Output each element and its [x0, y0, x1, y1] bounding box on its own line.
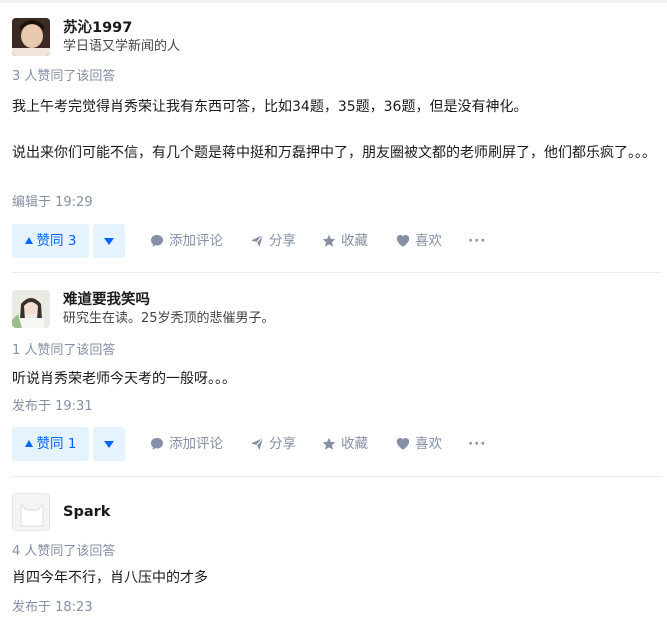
comment-button[interactable]: 添加评论 [150, 427, 223, 461]
favorite-label: 收藏 [341, 436, 368, 452]
vote-up-icon [24, 440, 33, 447]
comment-label: 添加评论 [169, 233, 223, 249]
answer-item: Spark 4 人赞同了该回答 肖四今年不行，肖八压中的才多 发布于 18:23 [0, 493, 667, 615]
avatar[interactable] [12, 290, 50, 328]
favorite-button[interactable]: 收藏 [322, 427, 368, 461]
answer-content: 听说肖秀荣老师今天考的一般呀。。。 [12, 366, 657, 392]
heart-icon [396, 235, 410, 247]
like-label: 喜欢 [415, 436, 442, 452]
answer-paragraph: 肖四今年不行，肖八压中的才多 [12, 570, 208, 586]
like-button[interactable]: 喜欢 [396, 224, 442, 258]
like-label: 喜欢 [415, 233, 442, 249]
comment-icon [151, 235, 163, 247]
author-info: 苏沁1997 学日语又学新闻的人 [0, 18, 667, 66]
comment-icon [151, 438, 163, 450]
answer-divider [12, 476, 662, 477]
vote-count: 3 人赞同了该回答 [12, 69, 116, 84]
like-button[interactable]: 喜欢 [396, 427, 442, 461]
heart-icon [396, 438, 410, 450]
more-icon[interactable]: ··· [468, 224, 486, 258]
answer-paragraph: 我上午考完觉得肖秀荣让我有东西可答，比如34题，35题，36题，但是没有神化。 [12, 99, 528, 115]
author-headline: 学日语又学新闻的人 [63, 39, 181, 54]
star-icon [322, 234, 336, 247]
share-icon [251, 437, 264, 450]
answer-paragraph: 听说肖秀荣老师今天考的一般呀。。。 [12, 371, 236, 387]
downvote-button[interactable] [93, 427, 125, 461]
action-bar: 赞同 3 添加评论 分享 收藏 喜欢 ··· [12, 224, 652, 258]
vote-down-icon [104, 238, 114, 245]
favorite-button[interactable]: 收藏 [322, 224, 368, 258]
action-bar: 赞同 1 添加评论 分享 收藏 喜欢 ··· [12, 427, 652, 461]
author-name[interactable]: Spark [63, 502, 110, 522]
comment-label: 添加评论 [169, 436, 223, 452]
author-name[interactable]: 难道要我笑吗 [63, 290, 150, 310]
answer-item: 苏沁1997 学日语又学新闻的人 3 人赞同了该回答 我上午考完觉得肖秀荣让我有… [0, 18, 667, 258]
upvote-button[interactable]: 赞同 1 [12, 427, 89, 461]
upvote-label: 赞同 1 [36, 436, 77, 452]
avatar[interactable] [12, 18, 50, 56]
answer-paragraph: 说出来你们可能不信，有几个题是蒋中挺和万磊押中了，朋友圈被文都的老师刷屏了，他们… [12, 145, 656, 161]
comment-button[interactable]: 添加评论 [150, 224, 223, 258]
share-label: 分享 [269, 233, 296, 249]
more-icon[interactable]: ··· [468, 427, 486, 461]
star-icon [322, 437, 336, 450]
vote-count: 4 人赞同了该回答 [12, 544, 116, 559]
vote-up-icon [24, 237, 33, 244]
author-name[interactable]: 苏沁1997 [63, 18, 132, 38]
vote-down-icon [104, 441, 114, 448]
answer-time[interactable]: 发布于 18:23 [12, 599, 93, 617]
avatar[interactable] [12, 493, 50, 531]
answer-content: 我上午考完觉得肖秀荣让我有东西可答，比如34题，35题，36题，但是没有神化。 … [12, 94, 657, 166]
share-button[interactable]: 分享 [250, 224, 296, 258]
author-headline: 研究生在读。25岁秃顶的悲催男子。 [63, 311, 275, 326]
answer-divider [12, 272, 662, 273]
author-info: Spark [0, 493, 667, 541]
answer-item: 难道要我笑吗 研究生在读。25岁秃顶的悲催男子。 1 人赞同了该回答 听说肖秀荣… [0, 290, 667, 461]
favorite-label: 收藏 [341, 233, 368, 249]
answer-time[interactable]: 编辑于 19:29 [12, 194, 93, 212]
share-icon [251, 234, 264, 247]
upvote-label: 赞同 3 [36, 233, 77, 249]
top-divider [0, 0, 667, 3]
share-button[interactable]: 分享 [250, 427, 296, 461]
author-info: 难道要我笑吗 研究生在读。25岁秃顶的悲催男子。 [0, 290, 667, 338]
upvote-button[interactable]: 赞同 3 [12, 224, 89, 258]
answer-time[interactable]: 发布于 19:31 [12, 398, 93, 416]
answer-content: 肖四今年不行，肖八压中的才多 [12, 565, 657, 591]
share-label: 分享 [269, 436, 296, 452]
vote-count: 1 人赞同了该回答 [12, 343, 116, 358]
downvote-button[interactable] [93, 224, 125, 258]
